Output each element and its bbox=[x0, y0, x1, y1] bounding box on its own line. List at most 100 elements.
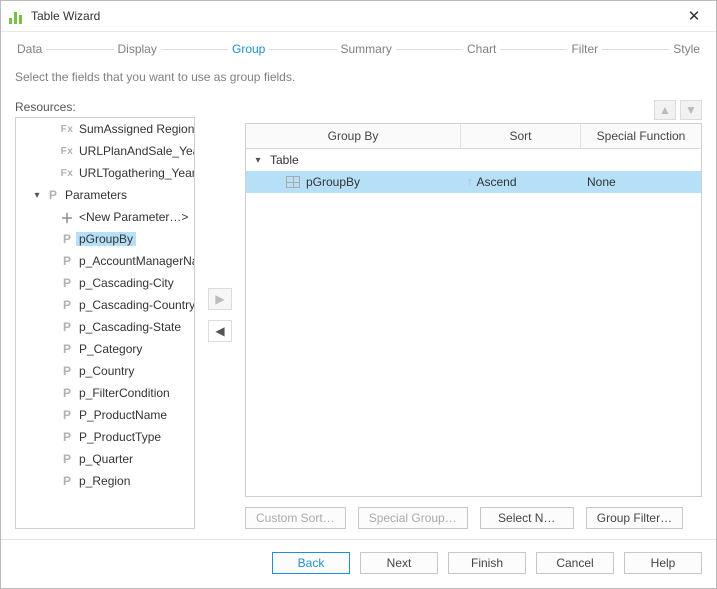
resources-label: Resources: bbox=[15, 100, 195, 114]
tree-item[interactable]: Pp_FilterCondition bbox=[16, 382, 195, 404]
tree-item[interactable]: ＋<New Parameter…> bbox=[16, 206, 195, 228]
col-special-function[interactable]: Special Function bbox=[581, 124, 701, 148]
tree-item-label: P_ProductType bbox=[76, 430, 164, 444]
parameter-icon: P bbox=[58, 474, 76, 488]
tree-item-label: p_Cascading-State bbox=[76, 320, 184, 334]
parameter-icon: P bbox=[58, 452, 76, 466]
tree-item[interactable]: Pp_Cascading-Country bbox=[16, 294, 195, 316]
step-summary[interactable]: Summary bbox=[339, 42, 394, 56]
tree-item[interactable]: ▾PParameters bbox=[16, 184, 195, 206]
help-button[interactable]: Help bbox=[624, 552, 702, 574]
grid-header: Group By Sort Special Function bbox=[246, 124, 701, 149]
tree-item-label: p_AccountManagerName bbox=[76, 254, 195, 268]
step-separator bbox=[500, 49, 567, 50]
app-icon bbox=[9, 8, 25, 24]
parameter-icon: P bbox=[58, 254, 76, 268]
grid-row[interactable]: ▾ Table bbox=[246, 149, 701, 171]
parameter-icon: P bbox=[58, 408, 76, 422]
tree-item-label: pGroupBy bbox=[76, 232, 136, 246]
special-group-button[interactable]: Special Group… bbox=[358, 507, 468, 529]
tree-item-label: P_ProductName bbox=[76, 408, 170, 422]
col-group-by[interactable]: Group By bbox=[246, 124, 461, 148]
step-display[interactable]: Display bbox=[116, 42, 159, 56]
grid-row[interactable]: pGroupBy ↑ Ascend None bbox=[246, 171, 701, 193]
add-to-group-icon[interactable]: ▶ bbox=[208, 288, 232, 310]
parameter-icon: P bbox=[58, 232, 76, 246]
sort-value: Ascend bbox=[477, 175, 517, 189]
remove-from-group-icon[interactable]: ◀ bbox=[208, 320, 232, 342]
tree-item[interactable]: Pp_Quarter bbox=[16, 448, 195, 470]
tree-item[interactable]: Pp_Country bbox=[16, 360, 195, 382]
parameter-icon: P bbox=[58, 430, 76, 444]
parameter-icon: P bbox=[58, 386, 76, 400]
sort-ascending-icon: ↑ bbox=[467, 176, 473, 188]
tree-item[interactable]: Pp_Cascading-State bbox=[16, 316, 195, 338]
parameter-icon: P bbox=[58, 364, 76, 378]
parameter-icon: P bbox=[58, 320, 76, 334]
tree-item-label: p_Country bbox=[76, 364, 137, 378]
tree-item-label: URLTogathering_Year bbox=[76, 166, 195, 180]
tree-item-label: p_Cascading-Country bbox=[76, 298, 195, 312]
tree-item[interactable]: PP_ProductType bbox=[16, 426, 195, 448]
parameter-icon: P bbox=[58, 342, 76, 356]
expand-caret-icon[interactable]: ▾ bbox=[252, 155, 264, 166]
tree-item[interactable]: PP_Category bbox=[16, 338, 195, 360]
finish-button[interactable]: Finish bbox=[448, 552, 526, 574]
tree-item[interactable]: Pp_AccountManagerName bbox=[16, 250, 195, 272]
parameter-icon: P bbox=[58, 298, 76, 312]
table-icon bbox=[286, 176, 300, 188]
formula-icon: Fx bbox=[58, 146, 76, 157]
step-group[interactable]: Group bbox=[230, 42, 267, 56]
tree-item-label: URLPlanAndSale_Year bbox=[76, 144, 195, 158]
expand-caret-icon[interactable]: ▾ bbox=[30, 190, 44, 201]
tree-item[interactable]: FxURLTogathering_Year bbox=[16, 162, 195, 184]
tree-item[interactable]: PP_ProductName bbox=[16, 404, 195, 426]
group-label: Table bbox=[270, 153, 299, 167]
tree-item-label: p_Region bbox=[76, 474, 133, 488]
plus-icon: ＋ bbox=[58, 208, 76, 227]
move-down-icon[interactable]: ▼ bbox=[680, 100, 702, 120]
step-separator bbox=[269, 49, 336, 50]
tree-item[interactable]: PpGroupBy bbox=[16, 228, 195, 250]
titlebar: Table Wizard ✕ bbox=[1, 1, 716, 32]
step-separator bbox=[161, 49, 228, 50]
tree-item-label: SumAssigned Region bbox=[76, 122, 195, 136]
move-up-icon[interactable]: ▲ bbox=[654, 100, 676, 120]
select-n-button[interactable]: Select N… bbox=[480, 507, 574, 529]
tree-item-label: p_FilterCondition bbox=[76, 386, 173, 400]
tree-item[interactable]: FxURLPlanAndSale_Year bbox=[16, 140, 195, 162]
parameter-icon: P bbox=[44, 188, 62, 202]
formula-icon: Fx bbox=[58, 124, 76, 135]
group-filter-button[interactable]: Group Filter… bbox=[586, 507, 683, 529]
step-data[interactable]: Data bbox=[15, 42, 44, 56]
wizard-steps: Data Display Group Summary Chart Filter … bbox=[1, 32, 716, 70]
next-button[interactable]: Next bbox=[360, 552, 438, 574]
step-separator bbox=[602, 49, 669, 50]
group-grid: Group By Sort Special Function ▾ Table pGr… bbox=[245, 123, 702, 497]
step-separator bbox=[46, 49, 113, 50]
parameter-icon: P bbox=[58, 276, 76, 290]
group-label: pGroupBy bbox=[306, 175, 360, 189]
tree-item[interactable]: FxSumAssigned Region bbox=[16, 118, 195, 140]
back-button[interactable]: Back bbox=[272, 552, 350, 574]
tree-item-label: Parameters bbox=[62, 188, 130, 202]
tree-item-label: p_Cascading-City bbox=[76, 276, 177, 290]
tree-item[interactable]: Pp_Cascading-City bbox=[16, 272, 195, 294]
custom-sort-button[interactable]: Custom Sort… bbox=[245, 507, 346, 529]
cancel-button[interactable]: Cancel bbox=[536, 552, 614, 574]
step-chart[interactable]: Chart bbox=[465, 42, 498, 56]
col-sort[interactable]: Sort bbox=[461, 124, 581, 148]
window-title: Table Wizard bbox=[31, 9, 680, 23]
tree-item[interactable]: Pp_Region bbox=[16, 470, 195, 492]
step-style[interactable]: Style bbox=[671, 42, 702, 56]
close-icon[interactable]: ✕ bbox=[680, 7, 708, 25]
footer: Back Next Finish Cancel Help bbox=[1, 539, 716, 588]
instruction-text: Select the fields that you want to use a… bbox=[1, 70, 716, 100]
step-separator bbox=[396, 49, 463, 50]
step-filter[interactable]: Filter bbox=[569, 42, 600, 56]
tree-item-label: P_Category bbox=[76, 342, 145, 356]
special-function-value: None bbox=[581, 175, 701, 189]
tree-item-label: p_Quarter bbox=[76, 452, 136, 466]
formula-icon: Fx bbox=[58, 168, 76, 179]
resources-tree[interactable]: FxSumAssigned RegionFxURLPlanAndSale_Yea… bbox=[15, 117, 195, 529]
